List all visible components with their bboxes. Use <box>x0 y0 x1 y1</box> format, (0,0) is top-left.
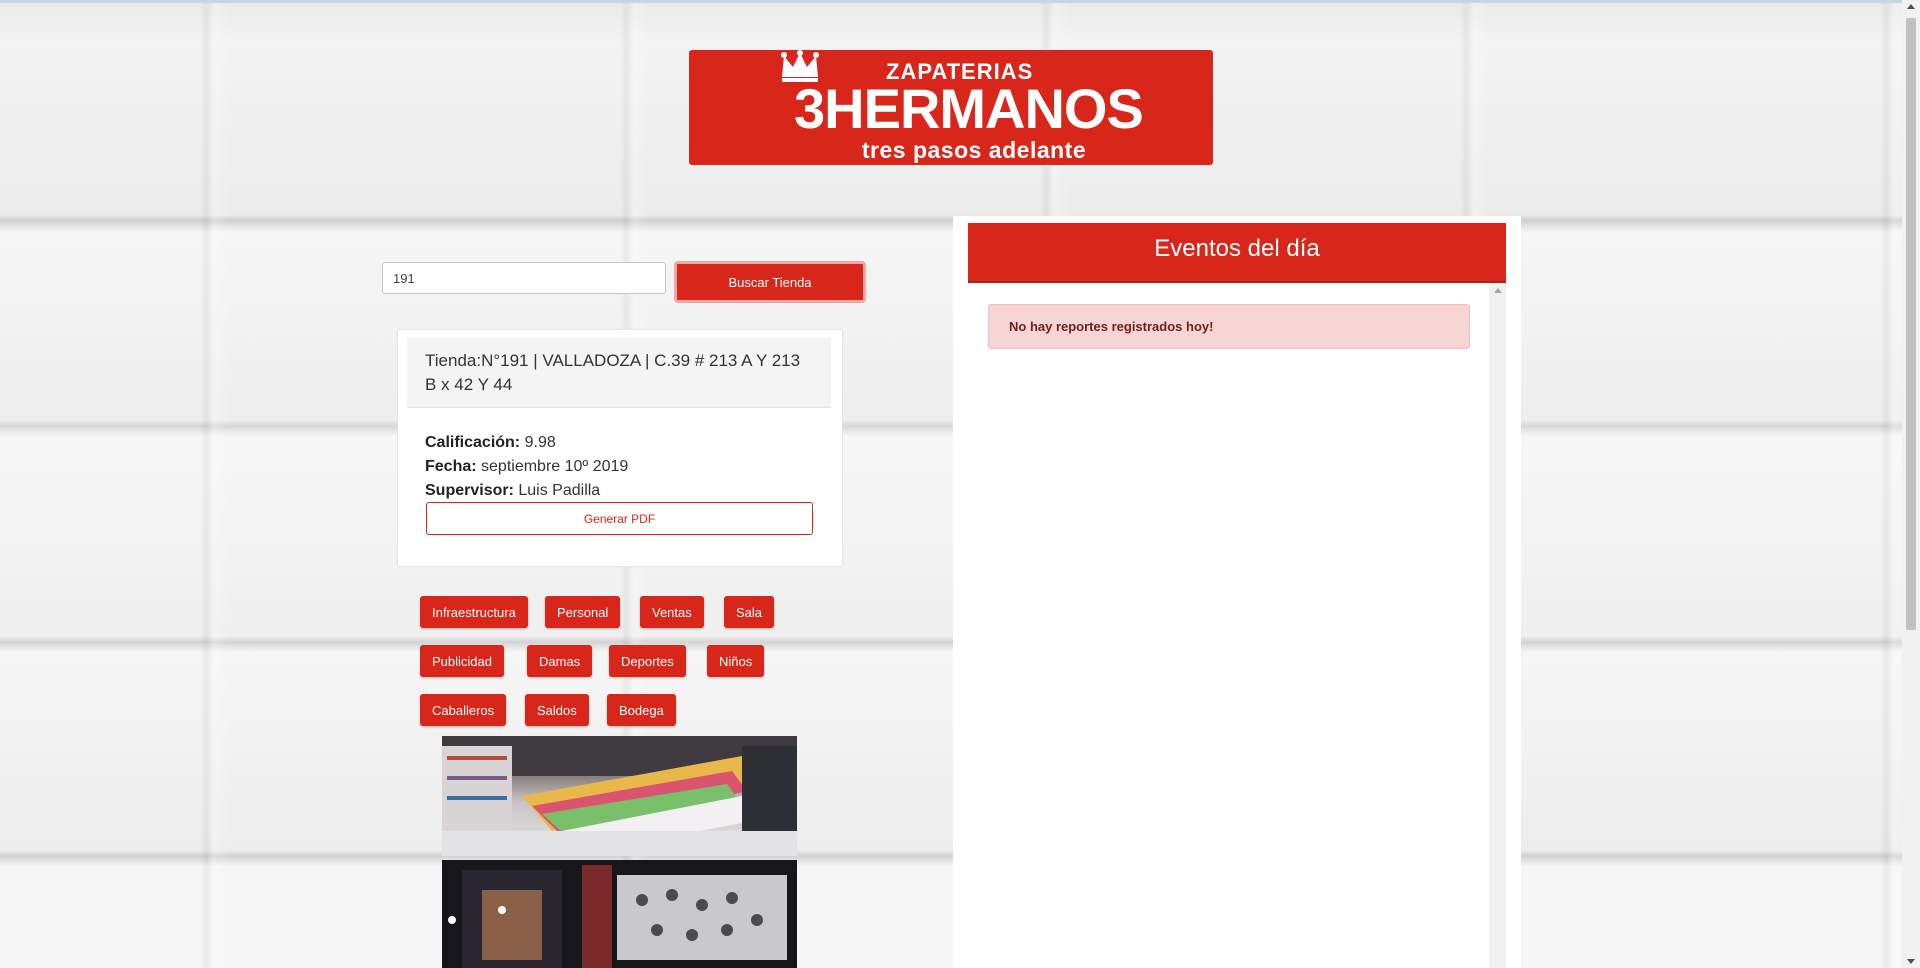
logo-main-text: 3HERMANOS <box>794 77 1144 140</box>
page-scrollbar[interactable] <box>1902 0 1920 968</box>
search-store-button[interactable]: Buscar Tienda <box>674 261 866 303</box>
scrollbar-thumb[interactable] <box>1906 18 1916 630</box>
category-caballeros-button[interactable]: Caballeros <box>420 694 507 726</box>
rating-row: Calificación: 9.98 <box>425 431 825 455</box>
category-damas-button[interactable]: Damas <box>527 645 593 677</box>
logo-tagline: tres pasos adelante <box>861 137 1087 163</box>
category-sala-button[interactable]: Sala <box>724 596 775 628</box>
date-value: septiembre 10º 2019 <box>481 458 629 475</box>
store-header: Tienda:N°191 | VALLADOZA | C.39 # 213 A … <box>407 338 831 408</box>
events-scrollbar[interactable] <box>1489 283 1506 968</box>
category-publicidad-button[interactable]: Publicidad <box>420 645 504 677</box>
scroll-up-arrow-icon[interactable] <box>1494 288 1502 293</box>
store-photo <box>442 736 797 856</box>
brand-logo: ZAPATERIAS 3HERMANOS tres pasos adelante <box>689 50 1213 165</box>
category-personal-button[interactable]: Personal <box>545 596 621 628</box>
category-ventas-button[interactable]: Ventas <box>640 596 704 628</box>
rating-label: Calificación: <box>425 434 521 451</box>
date-label: Fecha: <box>425 458 477 475</box>
category-bodega-button[interactable]: Bodega <box>607 694 676 726</box>
generate-pdf-button[interactable]: Generar PDF <box>426 502 813 535</box>
category-infraestructura-button[interactable]: Infraestructura <box>420 596 528 628</box>
events-title: Eventos del día <box>968 223 1506 283</box>
store-photo <box>442 860 797 968</box>
store-search-input[interactable] <box>382 262 666 294</box>
date-row: Fecha: septiembre 10º 2019 <box>425 455 825 479</box>
category-saldos-button[interactable]: Saldos <box>525 694 589 726</box>
browser-top-edge <box>0 0 1902 3</box>
category-ninos-button[interactable]: Niños <box>707 645 765 677</box>
scroll-down-arrow-icon[interactable] <box>1907 959 1915 964</box>
rating-value: 9.98 <box>524 434 556 451</box>
supervisor-label: Supervisor: <box>425 482 514 499</box>
supervisor-row: Supervisor: Luis Padilla <box>425 479 825 503</box>
supervisor-value: Luis Padilla <box>518 482 601 499</box>
store-info-card: Tienda:N°191 | VALLADOZA | C.39 # 213 A … <box>397 329 843 567</box>
no-reports-alert: No hay reportes registrados hoy! <box>988 304 1470 349</box>
events-panel: Eventos del día No hay reportes registra… <box>953 216 1521 968</box>
store-details: Calificación: 9.98 Fecha: septiembre 10º… <box>425 431 825 503</box>
category-deportes-button[interactable]: Deportes <box>609 645 686 677</box>
scroll-up-arrow-icon[interactable] <box>1907 4 1915 9</box>
events-list[interactable]: No hay reportes registrados hoy! <box>968 283 1506 968</box>
